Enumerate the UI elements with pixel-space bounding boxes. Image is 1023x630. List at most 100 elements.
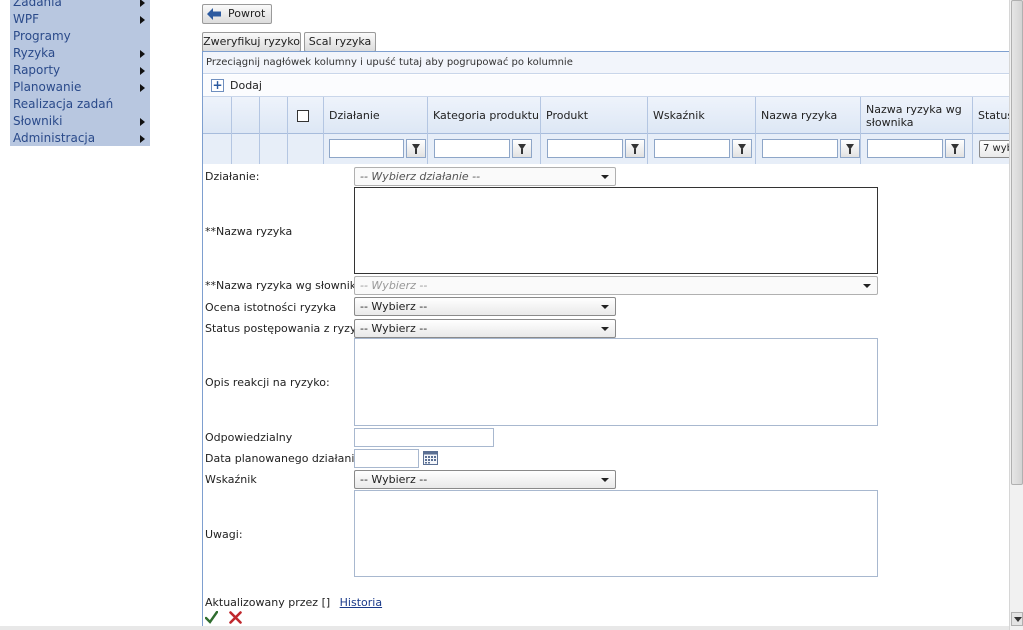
filter-input-kategoria-produktu[interactable] <box>434 139 510 158</box>
sidebar-item-ryzyka[interactable]: Ryzyka <box>13 45 145 62</box>
column-header-status[interactable]: Status <box>973 97 1013 134</box>
filter-cell-status: 7 wyb <box>973 134 1010 164</box>
chevron-down-icon <box>601 305 609 309</box>
opis-reakcji-textarea[interactable] <box>354 338 878 426</box>
filter-input-nazwa-ryzyka-wg-slownika[interactable] <box>867 139 943 158</box>
opis-reakcji-label: Opis reakcji na ryzyko: <box>205 376 330 389</box>
add-button[interactable]: + Dodaj <box>211 78 271 94</box>
column-header-kategoria-produktu[interactable]: Kategoria produktu <box>428 97 541 134</box>
filter-empty-cell <box>232 134 260 164</box>
filter-funnel-icon <box>412 144 420 154</box>
grid-filter-row: 7 wyb <box>203 134 1010 164</box>
back-button[interactable]: Powrot <box>202 4 272 24</box>
filter-button-wskaznik[interactable] <box>732 139 752 158</box>
status-postepowania-select[interactable]: -- Wybierz -- <box>354 319 616 338</box>
dzialanie-select[interactable]: -- Wybierz działanie -- <box>354 167 616 186</box>
column-header-dzialanie[interactable]: Działanie <box>324 97 428 134</box>
verify-risk-button[interactable]: Zweryfikuj ryzyko <box>202 32 301 52</box>
column-header-nazwa-ryzyka[interactable]: Nazwa ryzyka <box>756 97 861 134</box>
select-all-checkbox[interactable] <box>297 109 309 122</box>
filter-input-wskaznik[interactable] <box>654 139 730 158</box>
filter-empty-cell <box>260 134 288 164</box>
sidebar-item-zadania[interactable]: Zadania <box>13 0 145 11</box>
updated-by-text: Aktualizowany przez [] Historia <box>205 596 383 609</box>
data-planowanego-input[interactable] <box>354 449 419 468</box>
submenu-arrow-icon <box>140 0 145 7</box>
plus-icon: + <box>211 78 224 92</box>
filter-empty-cell <box>203 134 232 164</box>
grid-header-row: Działanie Kategoria produktu Produkt Wsk… <box>203 97 1013 134</box>
status-filter-select[interactable]: 7 wyb <box>979 140 1010 158</box>
filter-input-dzialanie[interactable] <box>329 139 404 158</box>
merge-risks-button[interactable]: Scal ryzyka <box>304 32 376 52</box>
filter-funnel-icon <box>631 144 639 154</box>
submenu-arrow-icon <box>140 135 145 143</box>
back-arrow-icon <box>207 8 221 20</box>
filter-cell-kategoria <box>428 134 541 164</box>
sidebar-item-raporty[interactable]: Raporty <box>13 62 145 79</box>
save-check-icon[interactable] <box>205 611 218 624</box>
header-delete-cell <box>260 97 288 134</box>
dzialanie-label: Działanie: <box>205 170 260 183</box>
nazwa-ryzyka-textarea[interactable] <box>354 187 878 274</box>
submenu-arrow-icon <box>140 67 145 75</box>
column-header-wskaznik[interactable]: Wskaźnik <box>648 97 756 134</box>
sidebar-item-wpf[interactable]: WPF <box>13 11 145 28</box>
chevron-down-icon <box>863 284 871 288</box>
nazwa-ryzyka-wg-slownika-label: **Nazwa ryzyka wg słownika <box>205 279 363 292</box>
chevron-down-icon <box>601 478 609 482</box>
chevron-down-icon <box>601 327 609 331</box>
group-panel[interactable]: Przeciągnij nagłówek kolumny i upuść tut… <box>203 52 1010 74</box>
wskaznik-select[interactable]: -- Wybierz -- <box>354 470 616 489</box>
filter-cell-wskaznik <box>648 134 756 164</box>
filter-button-nazwa-ryzyka[interactable] <box>840 139 860 158</box>
filter-funnel-icon <box>846 144 854 154</box>
column-header-nazwa-ryzyka-wg-slownika[interactable]: Nazwa ryzyka wg słownika <box>861 97 973 134</box>
ocena-istotnosci-select[interactable]: -- Wybierz -- <box>354 297 616 316</box>
filter-button-dzialanie[interactable] <box>406 139 426 158</box>
horizontal-scrollbar[interactable] <box>0 626 1009 630</box>
filter-funnel-icon <box>951 144 959 154</box>
nazwa-ryzyka-wg-slownika-select[interactable]: -- Wybierz -- <box>354 276 878 295</box>
chevron-down-icon <box>1014 617 1022 622</box>
sidebar-item-realizacja-zadan[interactable]: Realizacja zadań <box>13 96 145 113</box>
chevron-down-icon <box>601 175 609 179</box>
submenu-arrow-icon <box>140 118 145 126</box>
submenu-arrow-icon <box>140 16 145 24</box>
header-expand-cell <box>203 97 232 134</box>
scrollbar-thumb[interactable] <box>1011 0 1023 485</box>
header-edit-cell <box>232 97 260 134</box>
column-header-produkt[interactable]: Produkt <box>541 97 648 134</box>
uwagi-label: Uwagi: <box>205 528 243 541</box>
filter-funnel-icon <box>738 144 746 154</box>
filter-button-nazwa-ryzyka-wg-slownika[interactable] <box>945 139 965 158</box>
history-link[interactable]: Historia <box>340 596 382 609</box>
filter-button-produkt[interactable] <box>625 139 645 158</box>
sidebar-item-programy[interactable]: Programy <box>13 28 145 45</box>
filter-cell-produkt <box>541 134 648 164</box>
sidebar-menu: Zadania WPF Programy Ryzyka Raporty Plan… <box>10 0 150 146</box>
sidebar-item-planowanie[interactable]: Planowanie <box>13 79 145 96</box>
filter-input-produkt[interactable] <box>547 139 623 158</box>
content-panel-border <box>202 164 203 630</box>
calendar-icon[interactable] <box>423 451 438 465</box>
nazwa-ryzyka-label: **Nazwa ryzyka <box>205 225 293 238</box>
sidebar-item-slowniki[interactable]: Słowniki <box>13 113 145 130</box>
filter-cell-nazwa-ryzyka <box>756 134 861 164</box>
filter-input-nazwa-ryzyka[interactable] <box>762 139 838 158</box>
risk-grid: Przeciągnij nagłówek kolumny i upuść tut… <box>202 51 1013 164</box>
vertical-scrollbar[interactable] <box>1009 0 1023 630</box>
filter-button-kategoria-produktu[interactable] <box>512 139 532 158</box>
data-planowanego-label: Data planowanego działania <box>205 452 362 465</box>
odpowiedzialny-label: Odpowiedzialny <box>205 431 293 444</box>
header-select-all-cell <box>288 97 324 134</box>
sidebar-item-administracja[interactable]: Administracja <box>13 130 145 147</box>
filter-cell-dzialanie <box>324 134 428 164</box>
cancel-x-icon[interactable] <box>229 611 242 624</box>
submenu-arrow-icon <box>140 84 145 92</box>
uwagi-textarea[interactable] <box>354 490 878 577</box>
scroll-down-button[interactable] <box>1011 612 1023 626</box>
odpowiedzialny-input[interactable] <box>354 428 494 447</box>
command-bar: + Dodaj <box>203 75 1010 97</box>
submenu-arrow-icon <box>140 50 145 58</box>
